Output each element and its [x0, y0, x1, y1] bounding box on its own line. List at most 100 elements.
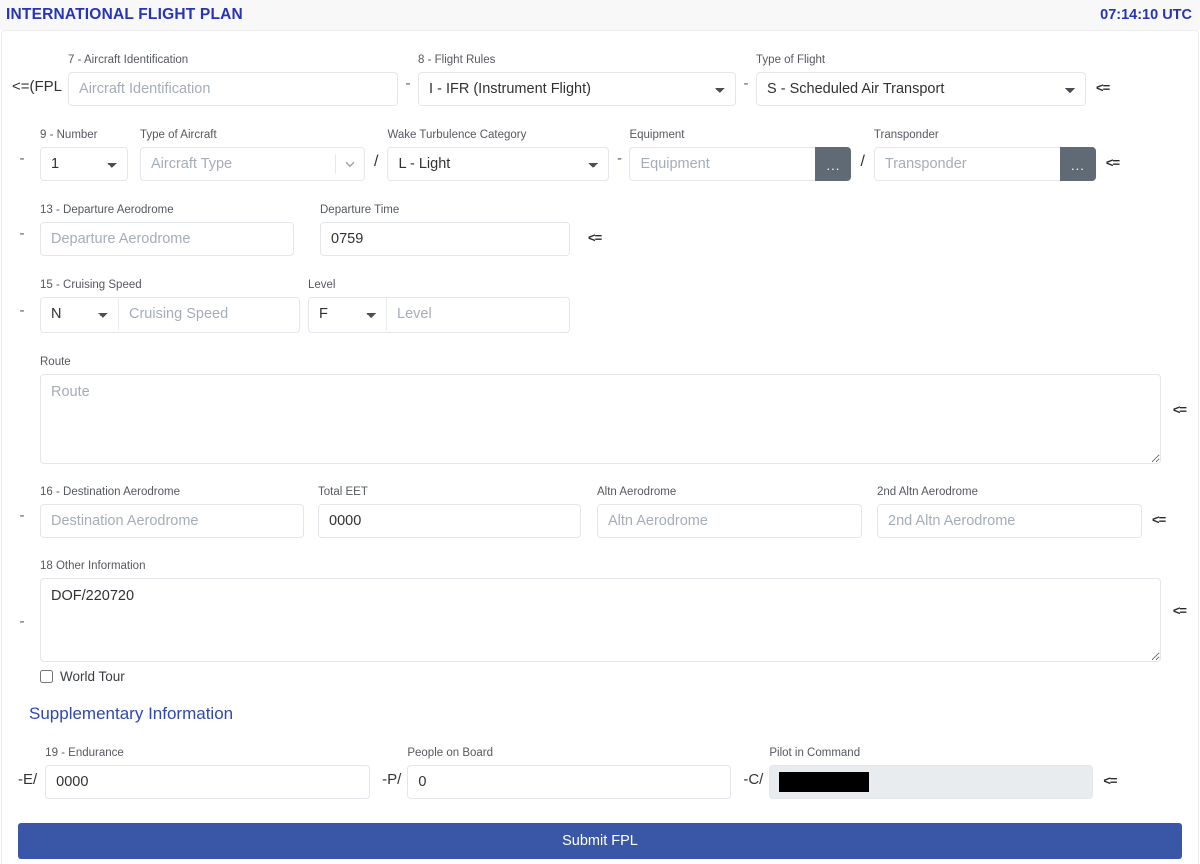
field-altn-aerodrome: Altn Aerodrome: [597, 485, 862, 538]
field-aircraft-identification: 7 - Aircraft Identification: [68, 53, 399, 106]
field-destination-aerodrome: 16 - Destination Aerodrome: [40, 485, 304, 538]
supplementary-information-heading: Supplementary Information: [29, 704, 234, 723]
label-endurance: 19 - Endurance: [45, 747, 124, 759]
field-other-information: 18 Other Information World Tour: [40, 559, 1161, 684]
field-route: Route: [40, 355, 1161, 464]
wake-turbulence-select[interactable]: L - Light: [387, 147, 610, 181]
level-group: F: [308, 297, 570, 333]
transponder-picker-button[interactable]: ...: [1059, 147, 1096, 181]
aircraft-identification-input[interactable]: [68, 72, 399, 106]
field-flight-rules: 8 - Flight Rules I - IFR (Instrument Fli…: [418, 53, 737, 106]
utc-clock: 07:14:10 UTC: [1100, 7, 1192, 23]
label-people-on-board: People on Board: [407, 747, 494, 759]
fpl-open-marker: <=(FPL: [12, 78, 63, 95]
separator-dash-7: -: [19, 507, 25, 524]
level-input[interactable]: [387, 298, 569, 330]
level-unit-select[interactable]: F: [309, 298, 387, 330]
world-tour-checkbox-row[interactable]: World Tour: [40, 669, 1161, 684]
arrow-marker-supplementary: <=: [1103, 773, 1117, 788]
row-departure: - 13 - Departure Aerodrome Departure Tim…: [12, 203, 1188, 256]
row-other-information: - 18 Other Information World Tour <=: [12, 559, 1188, 684]
field-wake-turbulence: Wake Turbulence Category L - Light: [387, 128, 610, 181]
world-tour-label[interactable]: World Tour: [60, 669, 125, 684]
transponder-input[interactable]: [873, 147, 1060, 181]
redaction-bar: [779, 772, 870, 792]
separator-dash-1: -: [405, 75, 411, 92]
label-type-of-flight: Type of Flight: [756, 54, 826, 66]
row-route: Route <=: [12, 355, 1188, 464]
pilot-prefix: -C/: [743, 771, 764, 788]
equipment-input[interactable]: [629, 147, 816, 181]
separator-slash-2: /: [860, 153, 865, 170]
separator-dash-8: -: [19, 613, 25, 630]
label-equipment: Equipment: [629, 129, 685, 141]
label-number: 9 - Number: [40, 129, 98, 141]
equipment-input-group: ...: [629, 147, 852, 181]
cruising-speed-input[interactable]: [119, 298, 299, 330]
chevron-down-icon[interactable]: [336, 158, 364, 170]
departure-aerodrome-input[interactable]: [40, 222, 294, 256]
arrow-marker-other: <=: [1172, 603, 1187, 618]
label-cruising-speed: 15 - Cruising Speed: [40, 279, 142, 291]
aircraft-type-combobox[interactable]: Aircraft Type: [140, 147, 365, 181]
departure-time-input[interactable]: [320, 222, 570, 256]
row-destination: - 16 - Destination Aerodrome Total EET A…: [12, 485, 1188, 538]
label-type-of-aircraft: Type of Aircraft: [140, 129, 217, 141]
altn2-aerodrome-input[interactable]: [877, 504, 1142, 538]
type-of-flight-select[interactable]: S - Scheduled Air Transport: [756, 72, 1087, 106]
endurance-input[interactable]: [45, 765, 371, 799]
field-number: 9 - Number 1: [40, 128, 128, 181]
label-aircraft-identification: 7 - Aircraft Identification: [68, 54, 189, 66]
other-information-textarea[interactable]: [40, 578, 1161, 662]
people-prefix: -P/: [382, 771, 402, 788]
flight-rules-select[interactable]: I - IFR (Instrument Flight): [418, 72, 737, 106]
label-wake-turbulence: Wake Turbulence Category: [387, 129, 527, 141]
separator-dash-4: -: [616, 150, 622, 167]
separator-dash-6: -: [19, 302, 25, 319]
total-eet-input[interactable]: [318, 504, 581, 538]
label-flight-rules: 8 - Flight Rules: [418, 54, 496, 66]
arrow-marker-row5: <=: [1152, 512, 1166, 527]
label-transponder: Transponder: [873, 129, 939, 141]
label-departure-time: Departure Time: [320, 204, 400, 216]
world-tour-checkbox[interactable]: [40, 670, 53, 683]
separator-dash-2: -: [743, 75, 749, 92]
label-level: Level: [308, 279, 336, 291]
cruising-speed-unit-select[interactable]: N: [41, 298, 119, 330]
submit-fpl-button[interactable]: Submit FPL: [18, 823, 1182, 859]
equipment-picker-button[interactable]: ...: [815, 147, 852, 181]
field-departure-aerodrome: 13 - Departure Aerodrome: [40, 203, 294, 256]
destination-aerodrome-input[interactable]: [40, 504, 304, 538]
row-identification: <=(FPL 7 - Aircraft Identification - 8 -…: [12, 53, 1188, 106]
separator-dash-5: -: [19, 225, 25, 242]
people-on-board-input[interactable]: [407, 765, 732, 799]
transponder-input-group: ...: [873, 147, 1096, 181]
altn-aerodrome-input[interactable]: [597, 504, 862, 538]
label-total-eet: Total EET: [318, 486, 368, 498]
page-title: INTERNATIONAL FLIGHT PLAN: [6, 6, 243, 23]
field-departure-time: Departure Time: [320, 203, 570, 256]
field-endurance: 19 - Endurance: [45, 746, 371, 799]
route-textarea[interactable]: [40, 374, 1161, 464]
field-total-eet: Total EET: [318, 485, 581, 538]
field-altn2-aerodrome: 2nd Altn Aerodrome: [877, 485, 1142, 538]
row-supplementary: -E/ 19 - Endurance -P/ People on Board -…: [12, 746, 1188, 799]
label-altn-aerodrome: Altn Aerodrome: [597, 486, 677, 498]
label-route: Route: [40, 356, 71, 368]
label-altn2-aerodrome: 2nd Altn Aerodrome: [877, 486, 979, 498]
field-cruising-speed: 15 - Cruising Speed N: [40, 278, 300, 333]
label-departure-aerodrome: 13 - Departure Aerodrome: [40, 204, 174, 216]
row-aircraft: - 9 - Number 1 Type of Aircraft Aircraft…: [12, 128, 1188, 181]
field-pilot-in-command: Pilot in Command: [769, 746, 1094, 799]
separator-slash-1: /: [374, 153, 379, 170]
field-type-of-aircraft: Type of Aircraft Aircraft Type: [140, 128, 365, 181]
separator-dash-3: -: [19, 150, 25, 167]
field-transponder: Transponder ...: [873, 128, 1096, 181]
number-select[interactable]: 1: [40, 147, 128, 181]
arrow-marker-row3: <=: [588, 230, 602, 245]
aircraft-type-placeholder: Aircraft Type: [151, 156, 233, 172]
row-cruising: - 15 - Cruising Speed N Level F: [12, 278, 1188, 333]
arrow-marker-route: <=: [1172, 402, 1187, 417]
field-people-on-board: People on Board: [407, 746, 732, 799]
arrow-marker-row1: <=: [1096, 80, 1110, 95]
